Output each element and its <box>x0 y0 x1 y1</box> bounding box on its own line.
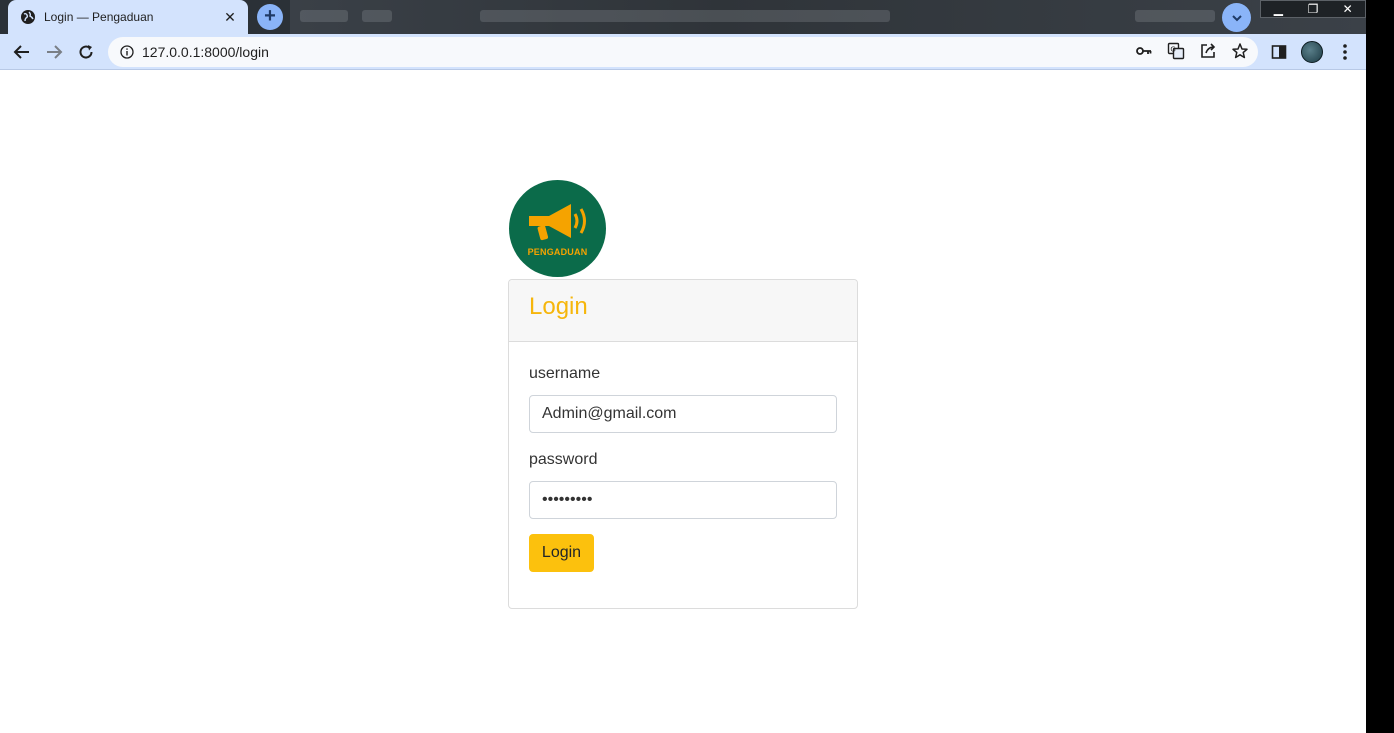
close-tab-icon[interactable]: ✕ <box>222 9 238 25</box>
restore-icon[interactable]: ❐ <box>1296 1 1331 17</box>
desktop-edge <box>1366 0 1394 733</box>
window-controls: ▁ ❐ ✕ <box>1260 0 1366 18</box>
profile-avatar[interactable] <box>1301 41 1323 63</box>
address-bar[interactable]: 127.0.0.1:8000/login <box>108 37 1258 67</box>
password-input[interactable]: ••••••••• <box>529 481 837 519</box>
login-button[interactable]: Login <box>529 534 594 572</box>
background-window-titlebar <box>290 0 1366 34</box>
kebab-menu-icon[interactable] <box>1334 41 1356 63</box>
arrow-left-icon <box>13 45 29 59</box>
info-icon[interactable] <box>120 45 134 59</box>
minimize-icon[interactable]: ▁ <box>1261 1 1296 17</box>
pengaduan-logo: PENGADUAN <box>509 180 606 277</box>
username-label: username <box>529 365 601 382</box>
globe-icon <box>21 10 35 24</box>
url-text: 127.0.0.1:8000/login <box>142 44 269 60</box>
login-title: Login <box>529 293 588 320</box>
arrow-right-icon <box>47 45 63 59</box>
tab-strip: Login — Pengaduan ✕ + ▁ ❐ ✕ <box>0 0 1366 34</box>
reload-button[interactable] <box>74 40 98 64</box>
tab-search-button[interactable] <box>1222 3 1251 32</box>
tab-title: Login — Pengaduan <box>44 10 154 24</box>
svg-text:G: G <box>1170 46 1175 54</box>
card-header: Login <box>509 280 857 342</box>
login-card: Login username password ••••••••• Login <box>508 279 858 609</box>
password-key-icon[interactable] <box>1135 42 1153 60</box>
chevron-down-icon <box>1231 14 1242 21</box>
browser-window: Login — Pengaduan ✕ + ▁ ❐ ✕ 127.0.0.1:80… <box>0 0 1366 733</box>
password-mask: ••••••••• <box>542 491 593 508</box>
blurred-menu-item <box>300 10 348 22</box>
new-tab-button[interactable]: + <box>257 4 283 30</box>
blurred-layout-controls <box>1135 10 1215 22</box>
blurred-window-title <box>480 10 890 22</box>
password-label: password <box>529 451 598 468</box>
translate-icon[interactable]: G <box>1167 42 1185 60</box>
back-button[interactable] <box>10 40 34 64</box>
close-window-icon[interactable]: ✕ <box>1330 1 1365 17</box>
username-input[interactable] <box>529 395 837 433</box>
logo-text: PENGADUAN <box>527 247 588 257</box>
share-icon[interactable] <box>1199 42 1217 60</box>
bookmark-star-icon[interactable] <box>1231 42 1249 60</box>
forward-button[interactable] <box>42 40 66 64</box>
blurred-menu-item <box>362 10 392 22</box>
tab-login[interactable]: Login — Pengaduan ✕ <box>8 0 248 34</box>
reload-icon <box>79 45 93 59</box>
megaphone-icon <box>529 204 586 241</box>
browser-toolbar: 127.0.0.1:8000/login G <box>0 34 1366 70</box>
side-panel-icon[interactable] <box>1268 41 1290 63</box>
